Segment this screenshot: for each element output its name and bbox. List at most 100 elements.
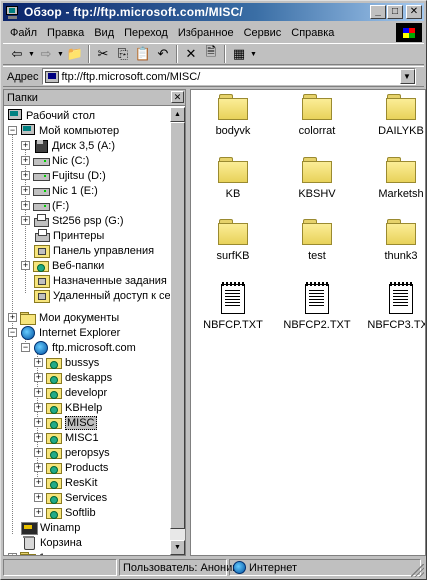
folder-item[interactable]: surfKB (191, 217, 275, 279)
folders-pane-close-button[interactable]: ✕ (171, 91, 184, 103)
tree-item[interactable]: Рабочий стол (7, 108, 95, 123)
folder-item[interactable]: bodyvk (191, 92, 275, 154)
tree-item[interactable]: + Nic 1 (E:) (21, 183, 98, 198)
expand-toggle[interactable]: + (34, 448, 43, 457)
resize-grip[interactable] (411, 564, 424, 577)
expand-toggle[interactable]: + (34, 388, 43, 397)
views-button[interactable]: ▦ (229, 44, 249, 64)
folder-item[interactable]: test (275, 217, 359, 279)
tree-item[interactable]: + Мои документы (8, 310, 119, 325)
menu-file[interactable]: Файл (5, 27, 42, 39)
back-history-dropdown[interactable]: ▼ (27, 44, 36, 64)
tree-item[interactable]: Удаленный доступ к сети (34, 288, 171, 303)
tree-item[interactable]: + developr (34, 385, 107, 400)
expand-toggle[interactable]: + (34, 463, 43, 472)
collapse-toggle[interactable]: − (8, 126, 17, 135)
tree-item[interactable]: Корзина (21, 535, 82, 550)
tree-item[interactable]: + Fujitsu (D:) (21, 168, 106, 183)
expand-toggle[interactable]: + (34, 403, 43, 412)
expand-toggle[interactable]: + (34, 508, 43, 517)
expand-toggle[interactable]: + (34, 418, 43, 427)
tree-item[interactable]: +1 (8, 550, 45, 555)
expand-toggle[interactable]: + (8, 553, 17, 555)
folder-item[interactable]: colorrat (275, 92, 359, 154)
expand-toggle[interactable]: + (8, 313, 17, 322)
tree-item[interactable]: + KBHelp (34, 400, 102, 415)
folder-item[interactable]: KBSHV (275, 155, 359, 217)
expand-toggle[interactable]: + (34, 373, 43, 382)
tree-item[interactable]: + deskapps (34, 370, 112, 385)
minimize-button[interactable]: _ (370, 5, 386, 19)
views-dropdown[interactable]: ▼ (249, 44, 258, 64)
tree-item[interactable]: + ResKit (34, 475, 97, 490)
back-button[interactable]: ⇦ (7, 44, 27, 64)
collapse-toggle[interactable]: − (21, 343, 30, 352)
tree-item[interactable]: − Internet Explorer (8, 325, 120, 340)
menu-tools[interactable]: Сервис (239, 27, 287, 39)
close-button[interactable]: ✕ (406, 5, 422, 19)
expand-toggle[interactable]: + (21, 201, 30, 210)
tree-item[interactable]: + bussys (34, 355, 99, 370)
expand-toggle[interactable]: + (34, 478, 43, 487)
title-bar[interactable]: Обзор - ftp://ftp.microsoft.com/MISC/ _ … (3, 3, 424, 21)
tree-item[interactable]: + Диск 3,5 (A:) (21, 138, 115, 153)
tree-item[interactable]: + (F:) (21, 198, 69, 213)
menu-edit[interactable]: Правка (42, 27, 89, 39)
expand-toggle[interactable]: + (21, 186, 30, 195)
address-dropdown-button[interactable]: ▼ (399, 69, 415, 84)
up-folder-icon: 📁 (66, 46, 84, 61)
expand-toggle[interactable]: + (21, 261, 30, 270)
address-value: ftp://ftp.microsoft.com/MISC/ (61, 70, 201, 83)
tree-item[interactable]: + Softlib (34, 505, 96, 520)
menu-view[interactable]: Вид (89, 27, 119, 39)
scroll-up-button[interactable]: ▲ (170, 107, 185, 122)
menu-favorites[interactable]: Избранное (173, 27, 239, 39)
tree-item[interactable]: + Веб-папки (21, 258, 104, 273)
cut-button[interactable]: ✂ (93, 44, 113, 64)
folder-item[interactable]: Marketsh (359, 155, 425, 217)
expand-toggle[interactable]: + (21, 141, 30, 150)
scroll-thumb[interactable] (170, 122, 185, 529)
file-item[interactable]: NBFCP.TXT (191, 282, 275, 346)
tree-item[interactable]: + peropsys (34, 445, 110, 460)
folder-item[interactable]: DAILYKB (359, 92, 425, 154)
folder-tree-scrollbar[interactable]: ▲ ▼ (170, 107, 185, 555)
tree-item[interactable]: + Products (34, 460, 108, 475)
forward-history-dropdown[interactable]: ▼ (56, 44, 65, 64)
tree-item[interactable]: Назначенные задания (34, 273, 167, 288)
scroll-down-button[interactable]: ▼ (170, 540, 185, 555)
tree-item[interactable]: + St256 psp (G:) (21, 213, 124, 228)
menu-go[interactable]: Переход (119, 27, 173, 39)
undo-button[interactable]: ↶ (153, 44, 173, 64)
tree-item-selected[interactable]: + MISC (34, 415, 97, 430)
tree-item[interactable]: + MISC1 (34, 430, 99, 445)
properties-button[interactable]: 🗎 (201, 44, 221, 64)
ftp-folder-icon (46, 491, 62, 504)
address-input[interactable]: ftp://ftp.microsoft.com/MISC/ ▼ (41, 68, 416, 85)
folder-item[interactable]: KB (191, 155, 275, 217)
tree-item[interactable]: + Nic (C:) (21, 153, 89, 168)
tree-item[interactable]: Принтеры (34, 228, 104, 243)
tree-item[interactable]: − ftp.microsoft.com (21, 340, 136, 355)
tree-item[interactable]: Winamp (21, 520, 80, 535)
expand-toggle[interactable]: + (21, 216, 30, 225)
expand-toggle[interactable]: + (21, 171, 30, 180)
up-folder-button[interactable]: 📁 (65, 44, 85, 64)
menu-help[interactable]: Справка (286, 27, 339, 39)
paste-button[interactable]: 📋 (133, 44, 153, 64)
delete-button[interactable]: ✕ (181, 44, 201, 64)
expand-toggle[interactable]: + (34, 493, 43, 502)
forward-button[interactable]: ⇨ (36, 44, 56, 64)
tree-item[interactable]: + Services (34, 490, 107, 505)
tree-item[interactable]: − Мой компьютер (8, 123, 119, 138)
file-item[interactable]: NBFCP3.TXT (359, 282, 425, 346)
file-item[interactable]: NBFCP2.TXT (275, 282, 359, 346)
expand-toggle[interactable]: + (34, 433, 43, 442)
expand-toggle[interactable]: + (21, 156, 30, 165)
folder-item[interactable]: thunk3 (359, 217, 425, 279)
expand-toggle[interactable]: + (34, 358, 43, 367)
collapse-toggle[interactable]: − (8, 328, 17, 337)
copy-button[interactable]: ⎘ (113, 44, 133, 64)
maximize-button[interactable]: □ (387, 5, 403, 19)
tree-item[interactable]: Панель управления (34, 243, 154, 258)
